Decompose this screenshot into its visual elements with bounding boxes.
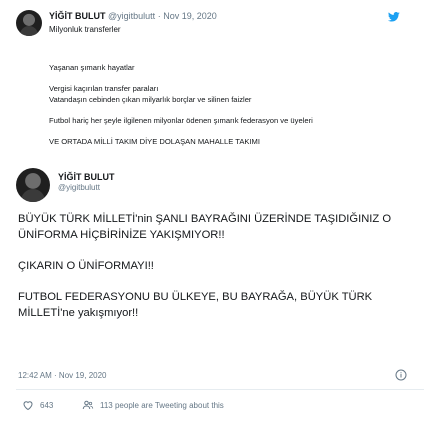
quoted-line: Vergisi kaçırılan transfer paraları Vata… — [49, 84, 252, 104]
retweet-activity-button[interactable]: 113 people are Tweeting about this — [82, 399, 224, 411]
tweet-paragraph: BÜYÜK TÜRK MİLLETİ'nin ŞANLI BAYRAĞINI Ü… — [18, 213, 392, 241]
quoted-line: Futbol hariç her şeyle ilgilenen milyonl… — [49, 116, 313, 125]
quoted-separator: · — [157, 11, 161, 21]
tweet-paragraph: FUTBOL FEDERASYONU BU ÜLKEYE, BU BAYRAĞA… — [18, 291, 373, 319]
quoted-subtitle: Milyonluk transferler — [49, 25, 121, 34]
quoted-line: VE ORTADA MİLLİ TAKIM DİYE DOLAŞAN MAHAL… — [49, 137, 260, 146]
retweet-activity-label: 113 people are Tweeting about this — [100, 400, 224, 410]
author-name[interactable]: YİĞİT BULUT — [58, 172, 115, 182]
quoted-date[interactable]: Nov 19, 2020 — [163, 11, 217, 21]
quoted-line: Yaşanan şımarık hayatlar — [49, 63, 135, 72]
tweet-paragraph: ÇIKARIN O ÜNİFORMAYI!! — [18, 260, 154, 272]
like-count: 643 — [40, 400, 54, 410]
twitter-bird-icon[interactable] — [388, 12, 400, 22]
quoted-body: Yaşanan şımarık hayatlar Vergisi kaçırıl… — [49, 62, 399, 157]
quoted-author-name[interactable]: YİĞİT BULUT — [49, 11, 106, 21]
tweet-timestamp[interactable]: 12:42 AM · Nov 19, 2020 — [18, 371, 107, 380]
quoted-avatar[interactable] — [16, 10, 42, 36]
author-handle[interactable]: @yigitbulutt — [58, 183, 100, 192]
author-avatar[interactable] — [16, 168, 50, 202]
info-icon[interactable] — [395, 369, 407, 381]
quoted-header: YİĞİT BULUT @yigitbulutt · Nov 19, 2020 — [49, 11, 217, 21]
divider — [16, 389, 424, 390]
quoted-author-handle[interactable]: @yigitbulutt — [108, 11, 155, 21]
people-icon — [82, 400, 94, 410]
tweet-body: BÜYÜK TÜRK MİLLETİ'nin ŞANLI BAYRAĞINI Ü… — [18, 211, 423, 336]
like-button[interactable]: 643 — [22, 399, 53, 411]
heart-icon — [23, 401, 33, 411]
